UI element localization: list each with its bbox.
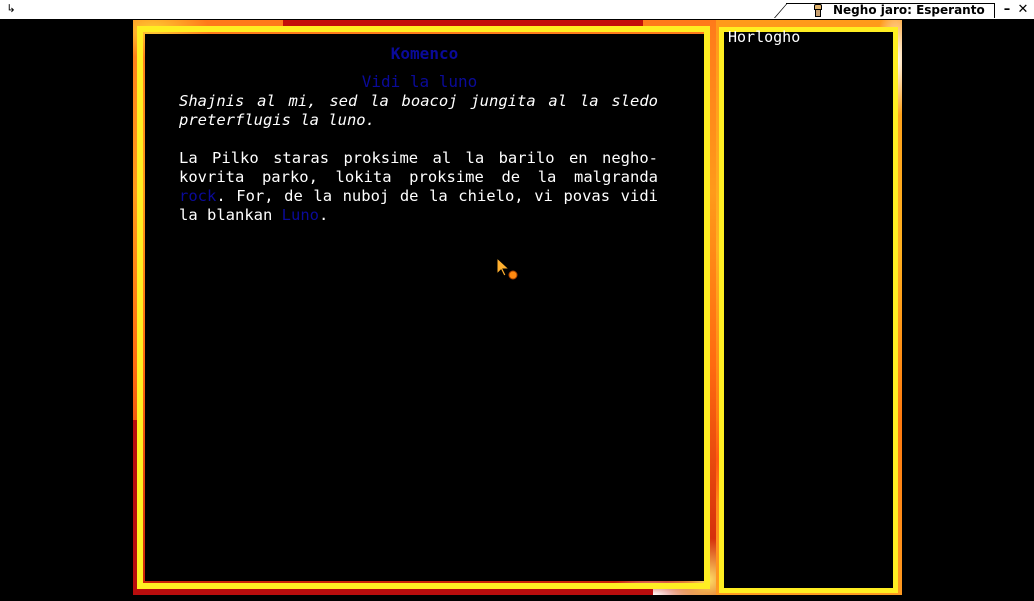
description-text-3: . <box>318 206 329 224</box>
intro-paragraph: Shajnis al mi, sed la boacoj jungita al … <box>179 92 658 129</box>
description-text-2: . For, de la nuboj de la chielo, vi pova… <box>179 187 658 224</box>
arrow-menu-icon[interactable]: ↳ <box>3 2 19 16</box>
clock-title: Horlogho <box>728 28 801 46</box>
window-titlebar: ↳ Negho jaro: Esperanto – ✕ <box>0 0 1034 20</box>
scene-title: Vidi la luno <box>361 72 478 91</box>
window-title: Negho jaro: Esperanto <box>833 3 985 17</box>
moon-link[interactable]: Luno <box>282 206 319 224</box>
pointer-cursor-icon <box>496 257 518 280</box>
person-icon <box>812 4 822 17</box>
rock-link[interactable]: rock <box>179 187 216 205</box>
description-paragraph: La Pilko staras proksime al la barilo en… <box>179 149 658 225</box>
close-button[interactable]: ✕ <box>1016 2 1030 18</box>
description-text-1: La Pilko staras proksime al la barilo en… <box>179 149 658 186</box>
minimize-button[interactable]: – <box>1000 2 1014 18</box>
side-panel <box>724 32 893 588</box>
story-heading: Komenco <box>390 44 459 63</box>
